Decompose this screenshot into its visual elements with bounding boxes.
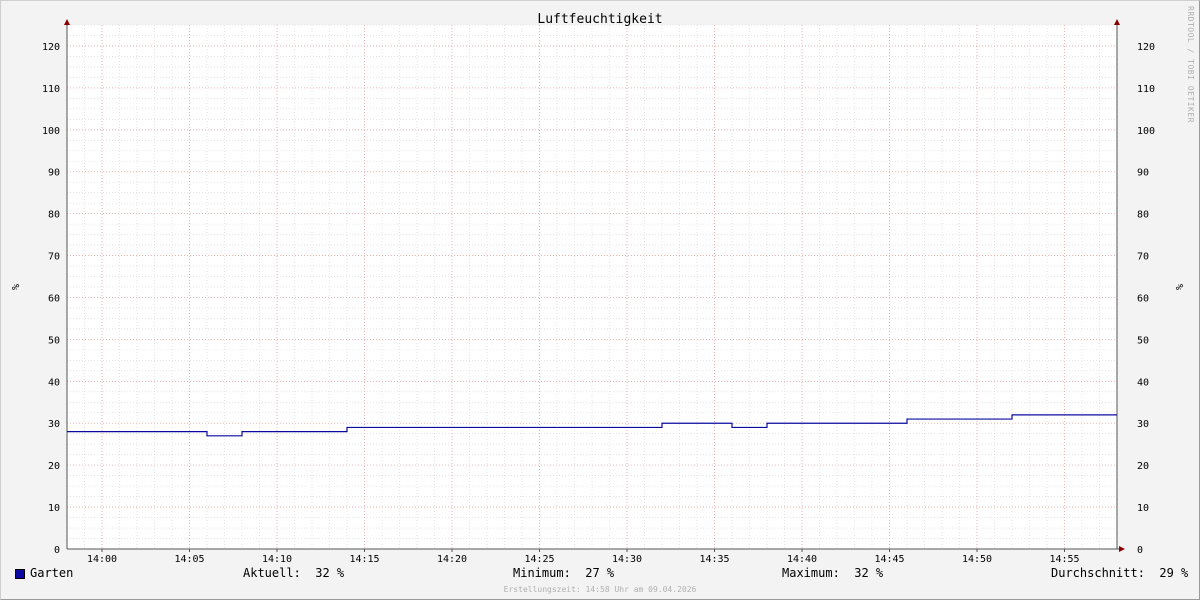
x-tick-label: 14:30 bbox=[612, 554, 642, 565]
y-tick-label-left: 120 bbox=[42, 42, 60, 53]
legend-current: Aktuell: 32 % bbox=[243, 566, 345, 580]
x-tick-label: 14:05 bbox=[174, 554, 204, 565]
y-axis-right-arrow bbox=[1114, 19, 1120, 25]
x-tick-label: 14:40 bbox=[787, 554, 817, 565]
y-axis-left-arrow bbox=[64, 19, 70, 25]
x-tick-label: 14:25 bbox=[524, 554, 554, 565]
y-tick-label-left: 20 bbox=[48, 461, 60, 472]
rrdtool-watermark: RRDTOOL / TOBI OETIKER bbox=[1186, 6, 1195, 123]
y-tick-label-left: 110 bbox=[42, 84, 60, 95]
y-tick-label-right: 60 bbox=[1137, 293, 1149, 304]
y-tick-label-left: 100 bbox=[42, 126, 60, 137]
y-tick-label-left: 80 bbox=[48, 210, 60, 221]
x-tick-label: 14:20 bbox=[437, 554, 467, 565]
y-tick-label-right: 0 bbox=[1137, 545, 1143, 556]
x-tick-label: 14:55 bbox=[1049, 554, 1079, 565]
y-tick-label-right: 120 bbox=[1137, 42, 1155, 53]
legend-series-name: Garten bbox=[30, 566, 74, 580]
y-tick-label-left: 10 bbox=[48, 503, 60, 514]
y-tick-label-right: 90 bbox=[1137, 168, 1149, 179]
y-tick-label-right: 50 bbox=[1137, 335, 1149, 346]
y-tick-label-right: 40 bbox=[1137, 377, 1149, 388]
x-tick-label: 14:15 bbox=[349, 554, 379, 565]
x-tick-label: 14:35 bbox=[699, 554, 729, 565]
y-tick-label-left: 0 bbox=[54, 545, 60, 556]
x-tick-label: 14:50 bbox=[962, 554, 992, 565]
y-tick-label-right: 80 bbox=[1137, 210, 1149, 221]
y-tick-label-right: 110 bbox=[1137, 84, 1155, 95]
legend-minimum: Minimum: 27 % bbox=[513, 566, 615, 580]
legend-row: Garten Aktuell: 32 % Minimum: 27 % Maxim… bbox=[0, 566, 1200, 584]
x-tick-label: 14:10 bbox=[262, 554, 292, 565]
y-tick-label-left: 30 bbox=[48, 419, 60, 430]
humidity-chart: 14:00 14:05 14:10 14:15 14:20 14:25 14:30 14:35… bbox=[9, 12, 1184, 565]
y-tick-label-right: 30 bbox=[1137, 419, 1149, 430]
x-tick-label: 14:00 bbox=[87, 554, 117, 565]
legend-swatch-garten bbox=[15, 569, 25, 579]
y-tick-label-right: 100 bbox=[1137, 126, 1155, 137]
chart-title: Luftfeuchtigkeit bbox=[537, 12, 662, 27]
y-tick-label-left: 70 bbox=[48, 252, 60, 263]
y-tick-label-right: 70 bbox=[1137, 252, 1149, 263]
y-tick-label-left: 60 bbox=[48, 293, 60, 304]
y-axis-label-left: % bbox=[9, 284, 20, 290]
legend-maximum: Maximum: 32 % bbox=[782, 566, 884, 580]
y-tick-label-right: 10 bbox=[1137, 503, 1149, 514]
legend-average: Durchschnitt: 29 % bbox=[1051, 566, 1189, 580]
creation-timestamp: Erstellungszeit: 14:58 Uhr am 09.04.2026 bbox=[503, 585, 697, 594]
y-tick-label-right: 20 bbox=[1137, 461, 1149, 472]
y-tick-label-left: 90 bbox=[48, 168, 60, 179]
y-tick-label-left: 40 bbox=[48, 377, 60, 388]
x-tick-label: 14:45 bbox=[874, 554, 904, 565]
x-axis-arrow bbox=[1119, 546, 1125, 552]
y-axis-label-right: % bbox=[1173, 284, 1184, 290]
y-tick-label-left: 50 bbox=[48, 335, 60, 346]
